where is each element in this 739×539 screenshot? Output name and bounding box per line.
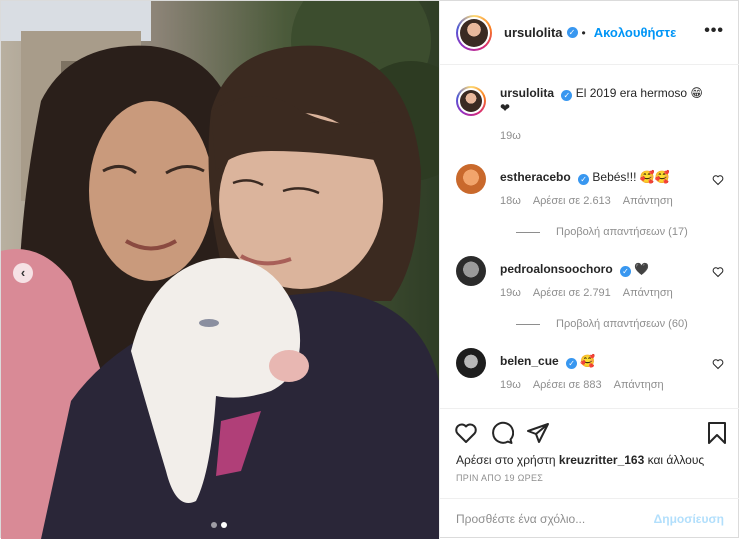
comment-heart-icon[interactable] <box>712 266 724 278</box>
carousel-dot <box>211 522 217 528</box>
verified-icon: ✓ <box>566 27 578 38</box>
comment-text-block: estheracebo ✓ Bebés!!! 🥰🥰 <box>500 170 710 185</box>
comment-heart-icon[interactable] <box>712 358 724 370</box>
post-details-pane: ursulolita ✓ • Ακολουθήστε ••• ursulolit… <box>439 1 739 539</box>
comment-meta: 18ω Αρέσει σε 2.613 Απάντηση <box>500 195 673 207</box>
carousel-prev-button[interactable]: ‹ <box>13 263 33 283</box>
caption-time[interactable]: 19ω <box>500 130 521 142</box>
comment-avatar[interactable] <box>456 256 486 286</box>
avatar-image <box>460 18 488 47</box>
likes-prefix: Αρέσει στο χρήστη <box>456 453 556 467</box>
caption-avatar[interactable] <box>456 86 486 116</box>
avatar[interactable] <box>456 14 492 51</box>
author-username[interactable]: ursulolita <box>504 25 563 40</box>
add-comment-bar: Δημοσίευση <box>440 498 739 539</box>
verified-icon: ✓ <box>620 266 632 277</box>
follow-button[interactable]: Ακολουθήστε <box>594 25 677 40</box>
heart-icon[interactable] <box>454 421 478 445</box>
view-replies-label: Προβολή απαντήσεων (17) <box>556 226 688 238</box>
comment-reply-button[interactable]: Απάντηση <box>623 287 673 299</box>
comment-username[interactable]: pedroalonsoochoro <box>500 262 613 276</box>
comments-list[interactable]: ursulolita ✓ El 2019 era hermoso 😁 ❤ 19ω… <box>440 66 739 408</box>
carousel-dot-active <box>221 522 227 528</box>
comment-avatar[interactable] <box>456 348 486 378</box>
likes-suffix[interactable]: και άλλους <box>648 453 705 467</box>
comment-meta: 19ω Αρέσει σε 883 Απάντηση <box>500 379 664 391</box>
comment-avatar[interactable] <box>456 164 486 194</box>
comment-time[interactable]: 18ω <box>500 195 521 207</box>
replies-line <box>516 231 540 233</box>
comment-icon[interactable] <box>490 421 514 445</box>
post-actions: Αρέσει στο χρήστη kreuzritter_163 και άλ… <box>440 408 739 498</box>
photo-illustration <box>1 1 439 539</box>
comment-text-block: pedroalonsoochoro ✓ 🖤 <box>500 262 710 277</box>
caption-meta: 19ω <box>500 130 521 142</box>
comment-username[interactable]: belen_cue <box>500 354 559 368</box>
verified-icon: ✓ <box>561 90 573 101</box>
caption-username[interactable]: ursulolita <box>500 86 554 100</box>
header-separator: • <box>581 25 586 40</box>
post-timestamp[interactable]: ΠΡΙΝ ΑΠΟ 19 ΩΡΕΣ <box>456 473 543 483</box>
comment-reply-button[interactable]: Απάντηση <box>623 195 673 207</box>
carousel-dots <box>211 522 227 528</box>
view-replies-button[interactable]: Προβολή απαντήσεων (60) <box>516 318 688 330</box>
comment-reply-button[interactable]: Απάντηση <box>614 379 664 391</box>
comment-likes[interactable]: Αρέσει σε 2.613 <box>533 195 611 207</box>
replies-line <box>516 323 540 325</box>
verified-icon: ✓ <box>578 174 590 185</box>
comment-time[interactable]: 19ω <box>500 287 521 299</box>
more-icon[interactable]: ••• <box>704 23 724 39</box>
post-header: ursulolita ✓ • Ακολουθήστε ••• <box>440 1 739 65</box>
comment-likes[interactable]: Αρέσει σε 2.791 <box>533 287 611 299</box>
likes-user[interactable]: kreuzritter_163 <box>559 453 644 467</box>
instagram-post: ‹ ursulolita ✓ • Ακολουθήστε ••• ursulol… <box>0 0 739 539</box>
bookmark-icon[interactable] <box>706 421 728 445</box>
verified-icon: ✓ <box>566 358 578 369</box>
chevron-left-icon: ‹ <box>20 265 26 280</box>
publish-button[interactable]: Δημοσίευση <box>654 512 724 526</box>
comment-text: 🥰 <box>580 354 596 368</box>
comment-text-block: belen_cue ✓ 🥰 <box>500 354 710 369</box>
view-replies-label: Προβολή απαντήσεων (60) <box>556 318 688 330</box>
comment-input[interactable] <box>456 512 654 526</box>
comment-text: Bebés!!! 🥰🥰 <box>592 170 670 184</box>
comment-time[interactable]: 19ω <box>500 379 521 391</box>
caption-text-block: ursulolita ✓ El 2019 era hermoso 😁 ❤ <box>500 86 710 116</box>
comment-meta: 19ω Αρέσει σε 2.791 Απάντηση <box>500 287 673 299</box>
view-replies-button[interactable]: Προβολή απαντήσεων (17) <box>516 226 688 238</box>
comment-heart-icon[interactable] <box>712 174 724 186</box>
likes-summary: Αρέσει στο χρήστη kreuzritter_163 και άλ… <box>456 453 704 467</box>
comment-username[interactable]: estheracebo <box>500 170 571 184</box>
comment-text: 🖤 <box>634 262 650 276</box>
share-icon[interactable] <box>526 421 550 445</box>
post-photo[interactable]: ‹ <box>1 1 439 539</box>
comment-likes[interactable]: Αρέσει σε 883 <box>533 379 602 391</box>
